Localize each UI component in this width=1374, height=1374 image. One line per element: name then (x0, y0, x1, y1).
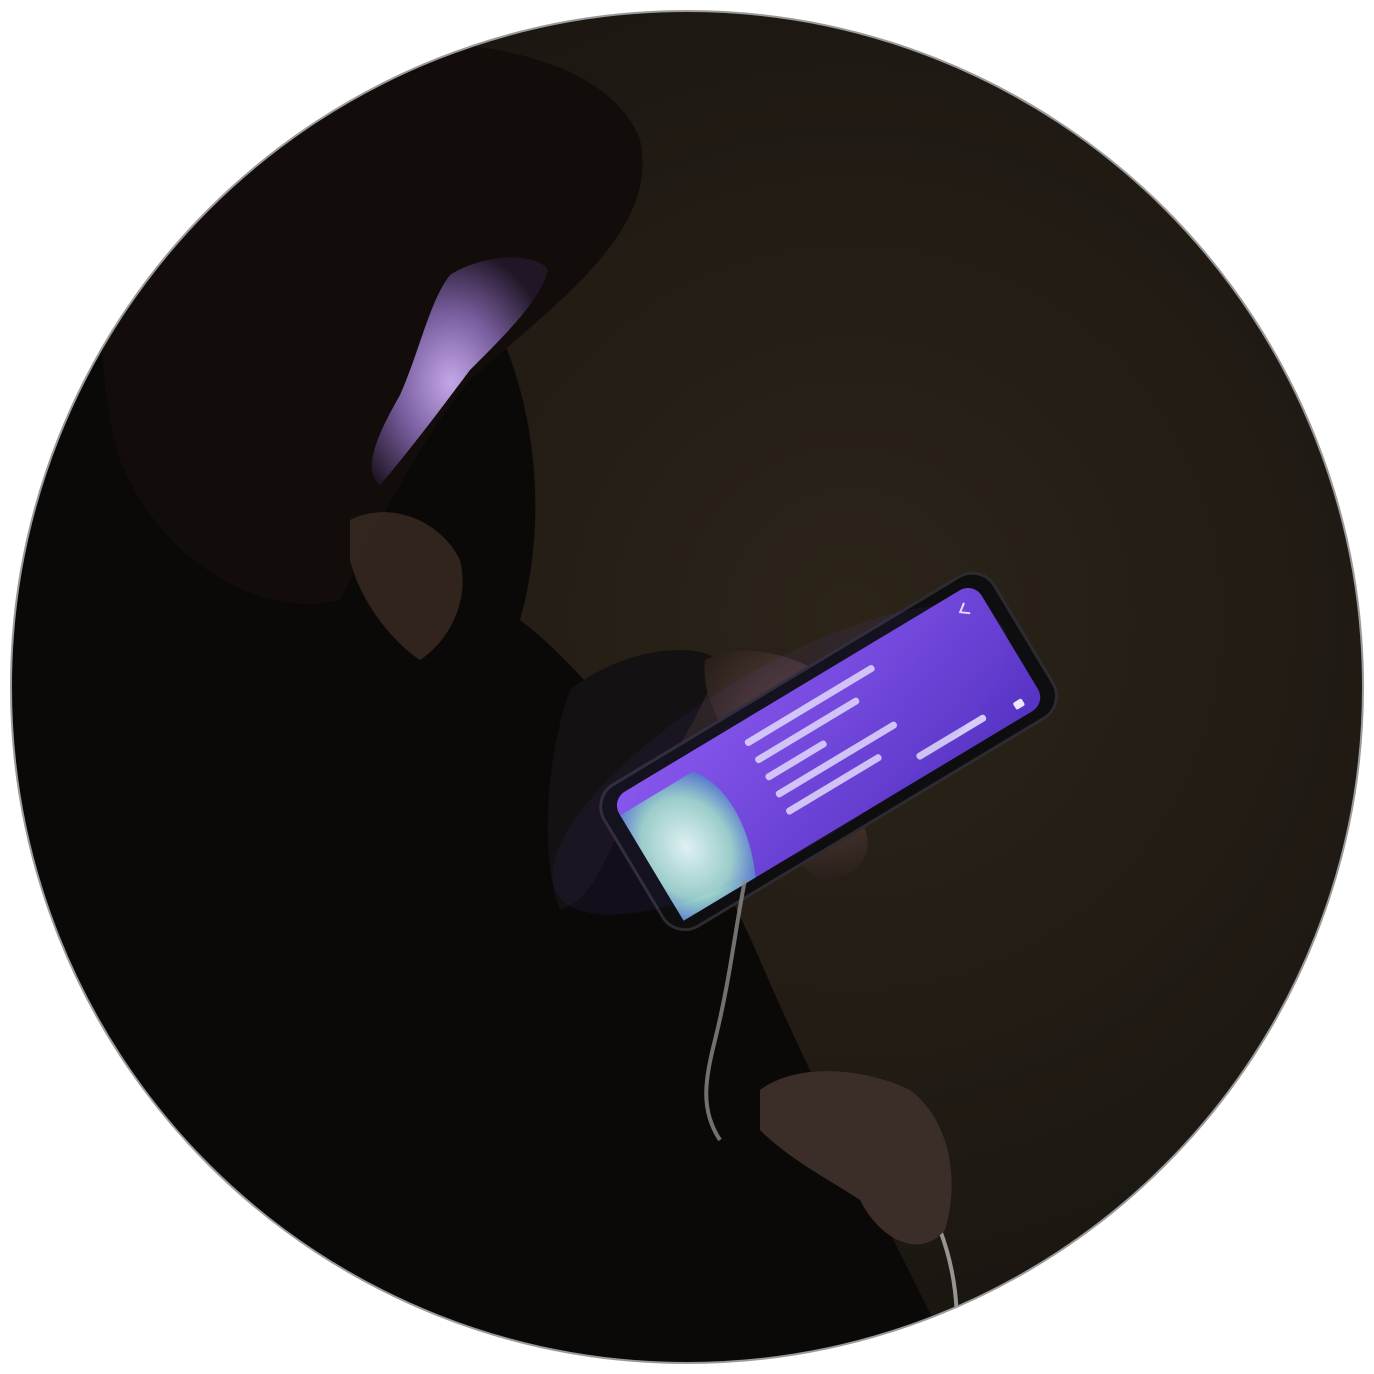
photo-frame (0, 0, 1374, 1374)
photo-canvas (10, 10, 1364, 1364)
photo-content (11, 11, 1363, 1363)
